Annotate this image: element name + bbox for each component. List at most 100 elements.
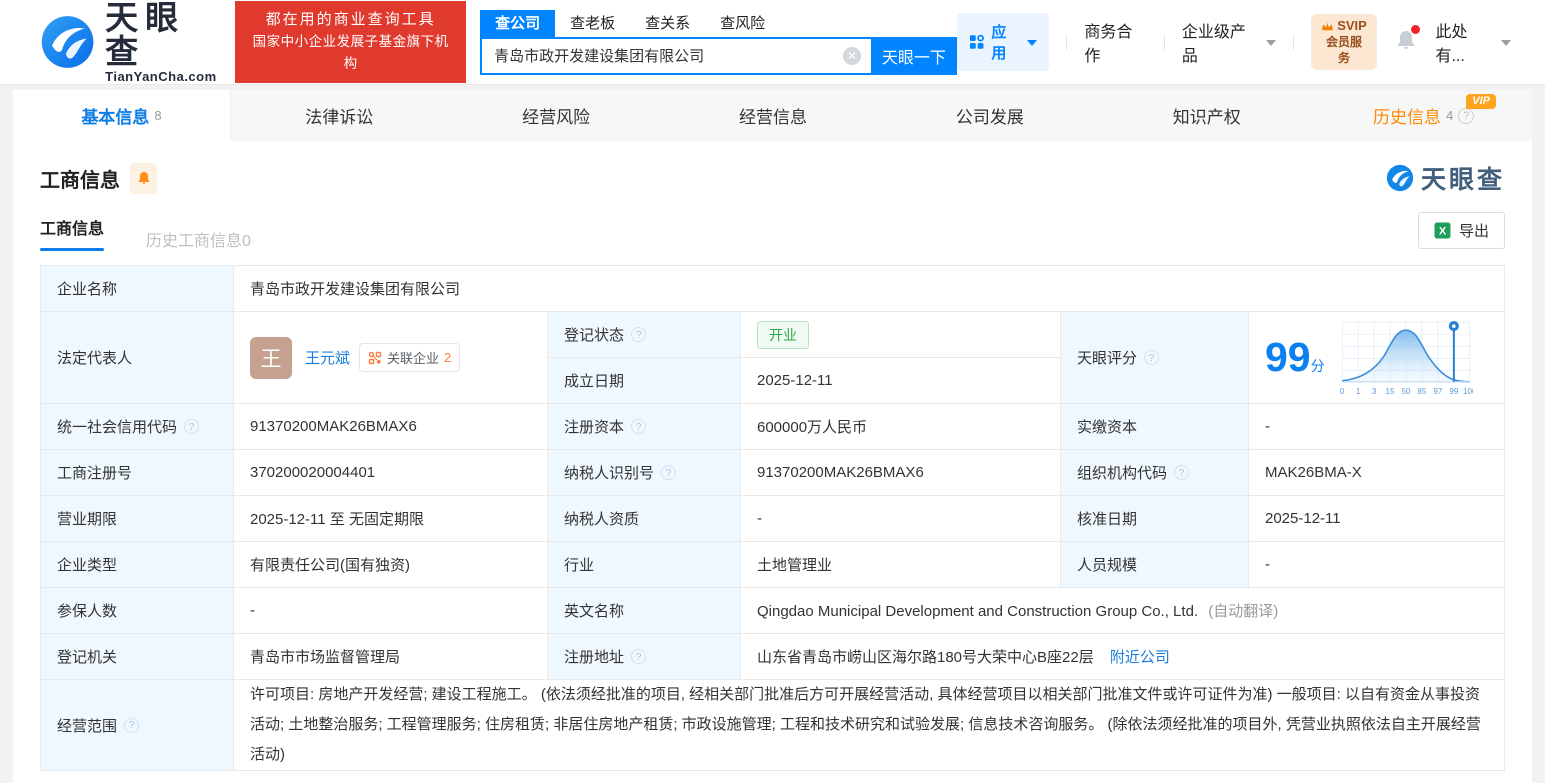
related-companies-badge[interactable]: 关联企业 2 xyxy=(359,343,461,372)
tab-basic-info[interactable]: 基本信息 8 xyxy=(13,90,231,141)
svip-title: SVIP xyxy=(1337,18,1367,33)
chevron-down-icon xyxy=(1501,40,1512,46)
tab-intellectual-property[interactable]: 知识产权 xyxy=(1098,90,1315,141)
help-icon[interactable]: ? xyxy=(1174,465,1190,480)
apps-label: 应用 xyxy=(991,24,1007,62)
tianyancha-watermark-icon xyxy=(1386,164,1414,192)
row-business-scope: 经营范围 ? 许可项目: 房地产开发经营; 建设工程施工。 (依法须经批准的项目… xyxy=(40,679,1505,771)
bell-curve-area xyxy=(1341,330,1470,382)
tianyancha-logo[interactable]: 天眼查 TianYanCha.com xyxy=(40,0,223,84)
sub-tab-row: 工商信息 历史工商信息0 X 导出 xyxy=(40,212,1505,251)
menu-cooperation[interactable]: 商务合作 xyxy=(1084,18,1147,66)
subscribe-bell-button[interactable] xyxy=(130,162,157,194)
search-button[interactable]: 天眼一下 xyxy=(870,36,957,75)
promo-line1: 都在用的商业查询工具 xyxy=(265,11,436,28)
tab-label: 公司发展 xyxy=(955,108,1024,127)
help-icon[interactable]: ? xyxy=(631,649,647,664)
english-name-value: Qingdao Municipal Development and Constr… xyxy=(740,587,1505,634)
subtab-history-registration[interactable]: 历史工商信息0 xyxy=(146,227,251,251)
tianyancha-logo-icon xyxy=(41,16,94,68)
tab-label: 法律诉讼 xyxy=(305,108,374,127)
nearby-companies-link[interactable]: 附近公司 xyxy=(1110,649,1170,666)
clear-search-icon[interactable]: ✕ xyxy=(842,46,861,65)
chevron-down-icon xyxy=(1027,40,1038,46)
paid-capital-value: - xyxy=(1248,403,1505,450)
svip-member-badge[interactable]: SVIP 会员服务 xyxy=(1310,14,1378,70)
legal-rep-name-link[interactable]: 王元斌 xyxy=(305,347,350,368)
top-bar: 天眼查 TianYanCha.com 都在用的商业查询工具 国家中小企业发展子基… xyxy=(0,0,1545,85)
establish-date-value: 2025-12-11 xyxy=(740,357,1061,404)
notifications-bell[interactable] xyxy=(1394,24,1421,57)
row-business-term: 营业期限 2025-12-11 至 无固定期限 纳税人资质 - 核准日期 202… xyxy=(40,495,1505,542)
search-input[interactable] xyxy=(480,36,871,75)
help-icon[interactable]: ? xyxy=(184,419,200,434)
search-tab-risk[interactable]: 查风险 xyxy=(705,10,780,37)
menu-divider xyxy=(1066,34,1068,50)
english-name-label: 英文名称 xyxy=(547,587,741,634)
tab-label: 历史信息 xyxy=(1372,108,1441,127)
business-scope-label: 经营范围 ? xyxy=(40,679,234,771)
reg-capital-value: 600000万人民币 xyxy=(740,403,1061,450)
score-cell[interactable]: 99分 0 1 3 15 50 85 97 99 10 xyxy=(1248,311,1505,404)
taxpayer-id-value: 91370200MAK26BMAX6 xyxy=(740,449,1061,496)
search-tab-company[interactable]: 查公司 xyxy=(480,9,556,37)
svip-subtitle: 会员服务 xyxy=(1326,35,1363,65)
tab-history-info[interactable]: VIP 历史信息 4 ? xyxy=(1315,90,1532,141)
user-account-menu[interactable]: 此处有... xyxy=(1435,18,1512,66)
business-term-label: 营业期限 xyxy=(40,495,234,542)
apps-menu[interactable]: 应用 xyxy=(956,13,1050,71)
section-header: 工商信息 天眼查 xyxy=(40,141,1505,196)
credit-code-label: 统一社会信用代码 ? xyxy=(40,403,234,450)
help-icon[interactable]: ? xyxy=(124,717,140,733)
help-icon[interactable]: ? xyxy=(1458,107,1475,124)
reg-number-value: 370200020004401 xyxy=(233,449,548,496)
subtab-business-registration[interactable]: 工商信息 xyxy=(40,215,105,251)
logo-title: 天眼查 xyxy=(105,0,186,70)
tab-label: 基本信息 xyxy=(81,108,150,127)
crown-icon xyxy=(1322,22,1334,30)
approval-date-value: 2025-12-11 xyxy=(1248,495,1505,542)
legal-rep-avatar[interactable]: 王 xyxy=(250,336,292,379)
export-label: 导出 xyxy=(1458,223,1489,240)
tab-label: 经营风险 xyxy=(522,108,591,127)
help-icon[interactable]: ? xyxy=(1144,350,1160,365)
active-underline xyxy=(40,248,105,251)
menu-enterprise[interactable]: 企业级产品 xyxy=(1182,18,1276,66)
tab-business-info[interactable]: 经营信息 xyxy=(665,90,882,141)
search-tab-relation[interactable]: 查关系 xyxy=(630,10,705,37)
cooperation-label: 商务合作 xyxy=(1084,24,1133,65)
row-company-name: 企业名称 青岛市政开发建设集团有限公司 xyxy=(40,265,1505,312)
svg-text:50: 50 xyxy=(1401,387,1411,396)
company-name-value: 青岛市政开发建设集团有限公司 xyxy=(233,265,1505,312)
content-card: 工商信息 天眼查 工商信息 历史工商信息0 X 导出 企业名称 青岛市政开发建设… xyxy=(13,141,1532,783)
tab-company-development[interactable]: 公司发展 xyxy=(881,90,1098,141)
bell-icon xyxy=(138,172,149,184)
insured-count-label: 参保人数 xyxy=(40,587,234,634)
apps-grid-icon xyxy=(969,34,984,49)
vip-badge: VIP xyxy=(1466,94,1497,109)
search-tab-boss[interactable]: 查老板 xyxy=(555,10,630,37)
chart-tick-labels: 0 1 3 15 50 85 97 99 100 xyxy=(1340,387,1473,396)
tab-label: 经营信息 xyxy=(739,108,807,127)
tab-legal-proceedings[interactable]: 法律诉讼 xyxy=(231,90,448,141)
svg-text:100: 100 xyxy=(1463,387,1473,396)
watermark-text: 天眼查 xyxy=(1420,166,1505,194)
main-tab-bar: 基本信息 8 法律诉讼 经营风险 经营信息 公司发展 知识产权 VIP 历史信息… xyxy=(13,90,1532,141)
account-label: 此处有... xyxy=(1435,24,1468,65)
approval-date-label: 核准日期 xyxy=(1060,495,1249,542)
staff-size-label: 人员规模 xyxy=(1060,541,1249,588)
taxpayer-quality-label: 纳税人资质 xyxy=(547,495,741,542)
org-structure-icon xyxy=(368,351,382,364)
score-value: 99 xyxy=(1265,334,1311,380)
taxpayer-id-label: 纳税人识别号 ? xyxy=(547,449,741,496)
industry-value: 土地管理业 xyxy=(740,541,1061,588)
help-icon[interactable]: ? xyxy=(631,327,647,342)
help-icon[interactable]: ? xyxy=(631,419,647,434)
help-icon[interactable]: ? xyxy=(661,465,677,480)
export-button[interactable]: X 导出 xyxy=(1417,212,1505,249)
tab-operational-risk[interactable]: 经营风险 xyxy=(448,90,665,141)
svg-text:1: 1 xyxy=(1355,387,1360,396)
row-insured-count: 参保人数 - 英文名称 Qingdao Municipal Developmen… xyxy=(40,587,1505,634)
notification-dot xyxy=(1411,24,1421,34)
enterprise-label: 企业级产品 xyxy=(1181,24,1246,65)
